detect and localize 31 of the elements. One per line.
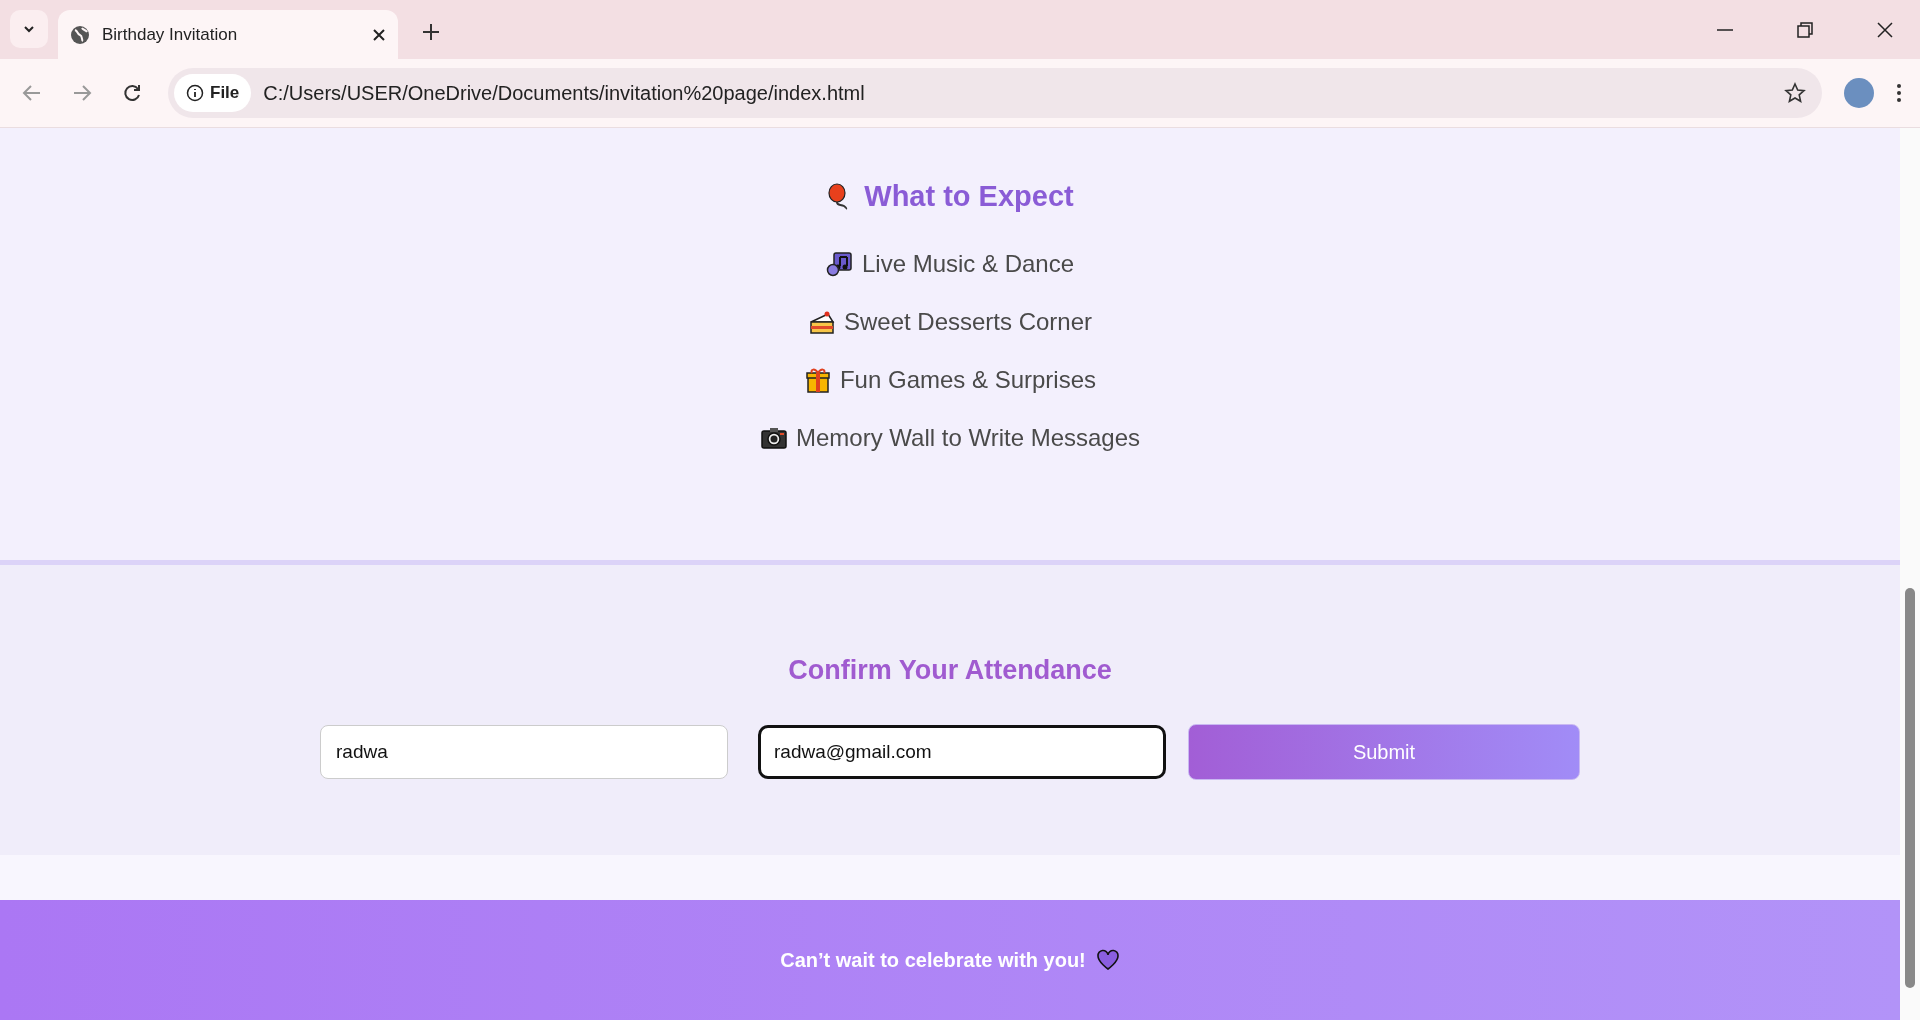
- arrow-right-icon: [72, 83, 92, 103]
- email-field[interactable]: radwa@gmail.com: [758, 725, 1166, 779]
- close-icon[interactable]: [372, 27, 386, 42]
- feature-item: Live Music & Dance: [861, 250, 1075, 278]
- name-field[interactable]: radwa: [320, 725, 728, 779]
- url-text: C:/Users/USER/OneDrive/Documents/invitation%20page/index.html: [263, 81, 866, 105]
- close-icon: [1877, 21, 1893, 38]
- section-heading: Confirm Your Attendance: [788, 655, 1112, 686]
- plus-icon: [422, 23, 440, 41]
- reload-icon: [122, 83, 142, 103]
- feature-item: Sweet Desserts Corner: [843, 308, 1093, 336]
- footer-text: Can’t wait to celebrate with you!: [780, 948, 1086, 972]
- music-notes-icon: [825, 250, 854, 278]
- minimize-icon: [1717, 28, 1733, 31]
- info-icon: [186, 84, 204, 102]
- scrollbar-thumb[interactable]: [1905, 588, 1915, 988]
- address-bar[interactable]: File C:/Users/USER/OneDrive/Documents/invitation%20page/index.html: [168, 68, 1822, 118]
- gift-icon: [803, 366, 832, 394]
- site-info-button[interactable]: File: [174, 74, 252, 112]
- section-heading: What to Expect: [864, 180, 1074, 213]
- globe-icon: [70, 24, 90, 45]
- star-icon[interactable]: [1784, 82, 1806, 104]
- heart-icon: [1095, 949, 1120, 971]
- feature-item: Fun Games & Surprises: [839, 366, 1097, 394]
- restore-icon: [1797, 21, 1813, 38]
- arrow-left-icon: [22, 83, 42, 103]
- browser-tab[interactable]: Birthday Invitation: [58, 10, 398, 59]
- feature-item: Memory Wall to Write Messages: [795, 424, 1141, 452]
- more-menu-icon[interactable]: [1896, 83, 1902, 103]
- profile-avatar[interactable]: [1844, 78, 1874, 108]
- tab-title: Birthday Invitation: [102, 24, 239, 45]
